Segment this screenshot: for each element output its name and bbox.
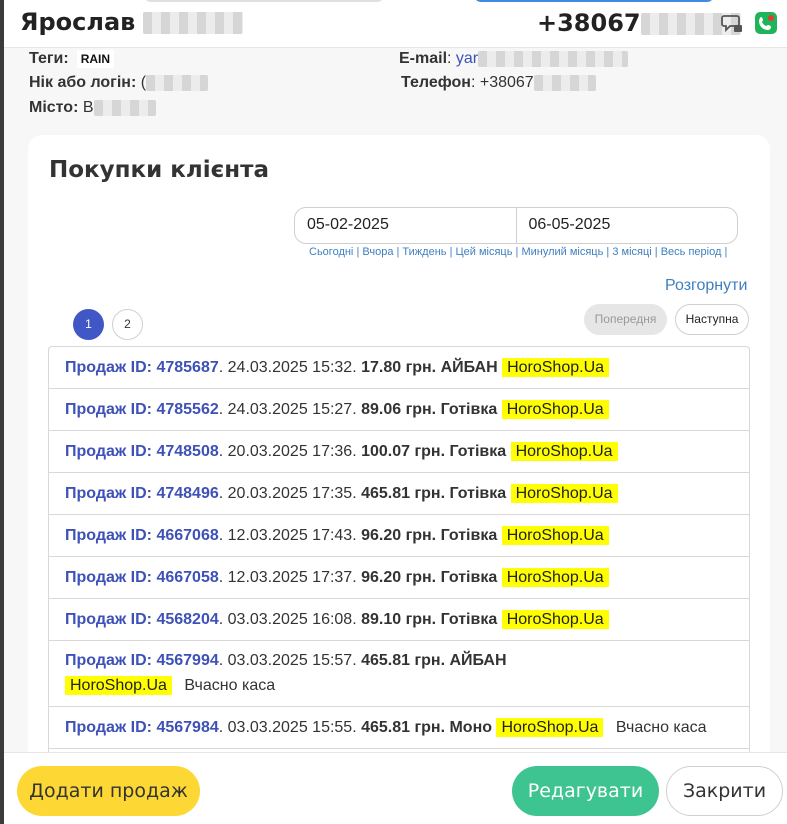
page-2-button[interactable]: 2 <box>112 309 143 340</box>
shop-badge: HoroShop.Ua <box>501 610 609 629</box>
date-range-picker: 05-02-2025 06-05-2025 <box>294 207 738 244</box>
sale-row: Продаж ID: 4748496. 20.03.2025 17:35. 46… <box>49 473 749 515</box>
period-week[interactable]: Тиждень <box>402 246 446 258</box>
next-page-button[interactable]: Наступна <box>675 304 749 335</box>
shop-badge: HoroShop.Ua <box>501 568 609 587</box>
period-shortcuts: Сьогодні | Вчора | Тиждень | Цей місяць … <box>309 246 728 258</box>
email-field: E-mail: yar <box>399 50 629 68</box>
top-tab-gray[interactable] <box>144 0 384 2</box>
sale-id-link[interactable]: Продаж ID: 4785562 <box>65 401 219 418</box>
sales-list: Продаж ID: 4785687. 24.03.2025 15:32. 17… <box>48 346 750 776</box>
sale-row: Продаж ID: 4748508. 20.03.2025 17:36. 10… <box>49 431 749 473</box>
page-1-button[interactable]: 1 <box>73 309 104 340</box>
shop-badge: HoroShop.Ua <box>65 676 172 695</box>
sale-id-link[interactable]: Продаж ID: 4667068 <box>65 527 219 544</box>
client-phone[interactable]: +38067 <box>537 9 741 37</box>
sale-note: Вчасно каса <box>184 677 276 694</box>
purchases-card: Покупки клієнта 05-02-2025 06-05-2025 Сь… <box>28 135 770 776</box>
sale-note: Вчасно каса <box>615 719 707 736</box>
modal-footer: Додати продаж Редагувати Закрити <box>4 752 787 824</box>
period-last-month[interactable]: Минулий місяць <box>521 246 603 258</box>
login-field: Нік або логін: ( <box>29 74 209 92</box>
period-yesterday[interactable]: Вчора <box>362 246 393 258</box>
sale-id-link[interactable]: Продаж ID: 4667058 <box>65 569 219 586</box>
period-this-month[interactable]: Цей місяць <box>456 246 513 258</box>
redacted-login <box>146 74 209 91</box>
client-name: Ярослав <box>20 8 244 36</box>
add-sale-button[interactable]: Додати продаж <box>17 766 200 816</box>
redacted-phone-2 <box>533 74 596 91</box>
period-3-months[interactable]: 3 місяці <box>612 246 651 258</box>
sale-id-link[interactable]: Продаж ID: 4748496 <box>65 485 219 502</box>
city-field: Місто: В <box>29 99 156 117</box>
shop-badge: HoroShop.Ua <box>501 400 609 419</box>
expand-link[interactable]: Розгорнути <box>665 277 747 295</box>
tag-badge[interactable]: RAIN <box>76 50 115 68</box>
purchases-title: Покупки клієнта <box>49 157 269 183</box>
phone-app-icon[interactable] <box>754 11 778 35</box>
sale-row: Продаж ID: 4785562. 24.03.2025 15:27. 89… <box>49 389 749 431</box>
shop-badge: HoroShop.Ua <box>510 484 618 503</box>
close-button[interactable]: Закрити <box>666 766 783 816</box>
prev-page-button[interactable]: Попередня <box>584 304 667 335</box>
shop-badge: HoroShop.Ua <box>501 526 609 545</box>
chat-bubble-icon[interactable] <box>720 11 744 35</box>
sale-row: Продаж ID: 4667068. 12.03.2025 17:43. 96… <box>49 515 749 557</box>
redacted-city <box>93 99 156 116</box>
tags-field: Теги: RAIN <box>29 50 115 68</box>
period-today[interactable]: Сьогодні <box>309 246 353 258</box>
sale-row: Продаж ID: 4567984. 03.03.2025 15:55. 46… <box>49 707 749 749</box>
sale-row: Продаж ID: 4667058. 12.03.2025 17:37. 96… <box>49 557 749 599</box>
edit-button[interactable]: Редагувати <box>512 766 659 816</box>
sale-row: Продаж ID: 4785687. 24.03.2025 15:32. 17… <box>49 347 749 389</box>
shop-badge: HoroShop.Ua <box>510 442 618 461</box>
sale-row: Продаж ID: 4568204. 03.03.2025 16:08. 89… <box>49 599 749 641</box>
shop-badge: HoroShop.Ua <box>496 718 604 737</box>
sale-id-link[interactable]: Продаж ID: 4568204 <box>65 611 219 628</box>
sale-id-link[interactable]: Продаж ID: 4567984 <box>65 719 219 736</box>
redacted-email <box>478 50 629 67</box>
sale-id-link[interactable]: Продаж ID: 4567994 <box>65 652 219 669</box>
client-header: Ярослав +38067 <box>4 0 787 48</box>
sale-id-link[interactable]: Продаж ID: 4785687 <box>65 359 219 376</box>
sale-row: Продаж ID: 4567994. 03.03.2025 15:57. 46… <box>49 641 749 707</box>
date-to-input[interactable]: 06-05-2025 <box>515 208 738 243</box>
phone-field: Телефон: +38067 <box>401 74 596 92</box>
redacted-surname <box>143 12 244 34</box>
top-tab-blue[interactable] <box>474 0 714 2</box>
date-from-input[interactable]: 05-02-2025 <box>295 208 516 243</box>
period-all[interactable]: Весь період <box>661 246 722 258</box>
shop-badge: HoroShop.Ua <box>502 358 610 377</box>
sale-id-link[interactable]: Продаж ID: 4748508 <box>65 443 219 460</box>
email-link[interactable]: yar <box>456 50 478 67</box>
